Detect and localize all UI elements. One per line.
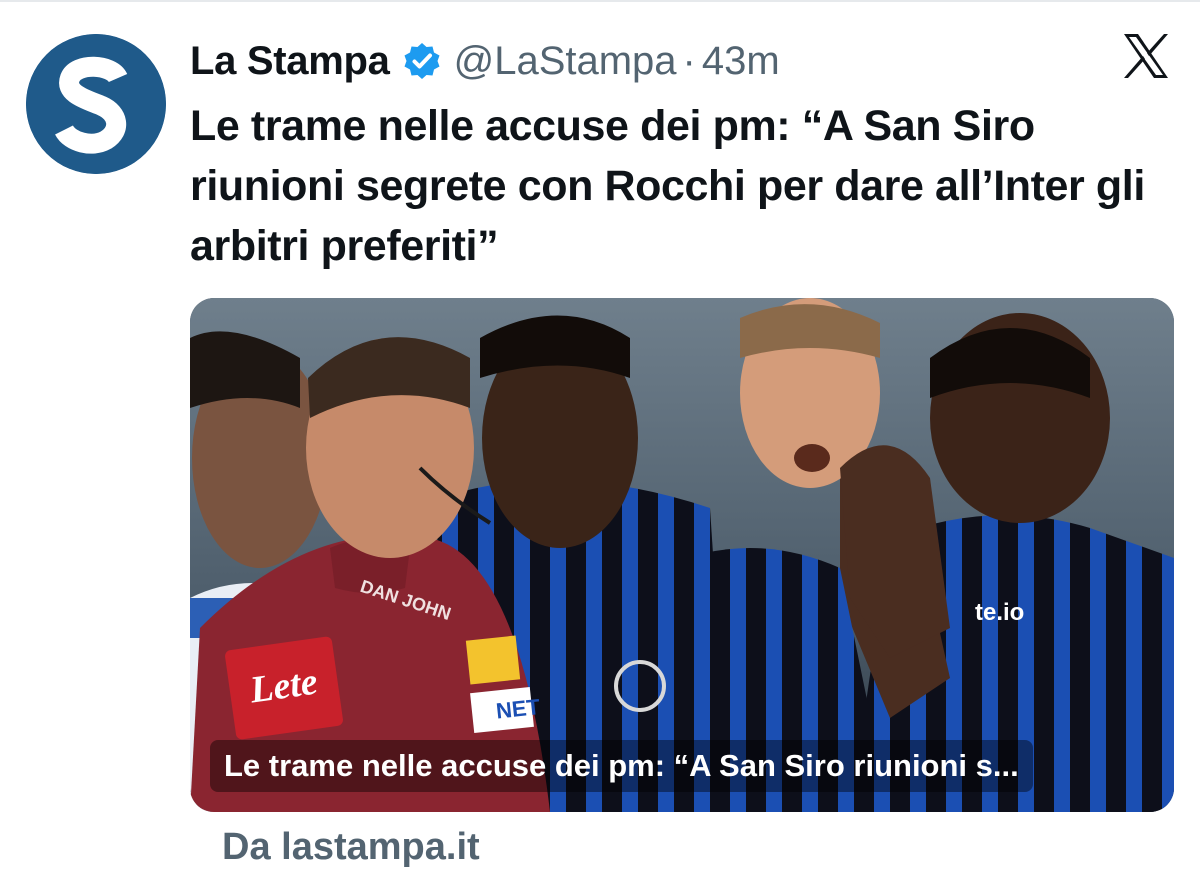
author-handle[interactable]: @LaStampa: [454, 39, 677, 84]
x-logo-icon[interactable]: [1120, 30, 1172, 82]
post-header: La Stampa @LaStampa · 43m: [190, 30, 780, 92]
post-timestamp[interactable]: 43m: [702, 39, 780, 84]
link-preview-card[interactable]: Lete DAN JOHN NET te.io Le trame nelle a…: [190, 298, 1174, 812]
author-name[interactable]: La Stampa: [190, 39, 390, 84]
verified-badge-icon: [402, 41, 442, 81]
card-caption: Le trame nelle accuse dei pm: “A San Sir…: [210, 740, 1033, 792]
top-divider: [0, 0, 1200, 2]
article-image: Lete DAN JOHN NET te.io: [190, 298, 1174, 812]
sleeve-text: te.io: [975, 599, 1024, 626]
card-source-link[interactable]: Da lastampa.it: [222, 826, 480, 869]
meta-separator: ·: [682, 38, 696, 83]
la-stampa-logo: [26, 34, 166, 174]
avatar[interactable]: [26, 34, 166, 174]
post-text: Le trame nelle accuse dei pm: “A San Sir…: [190, 102, 1145, 270]
chest-logo-text: NET: [495, 694, 542, 724]
